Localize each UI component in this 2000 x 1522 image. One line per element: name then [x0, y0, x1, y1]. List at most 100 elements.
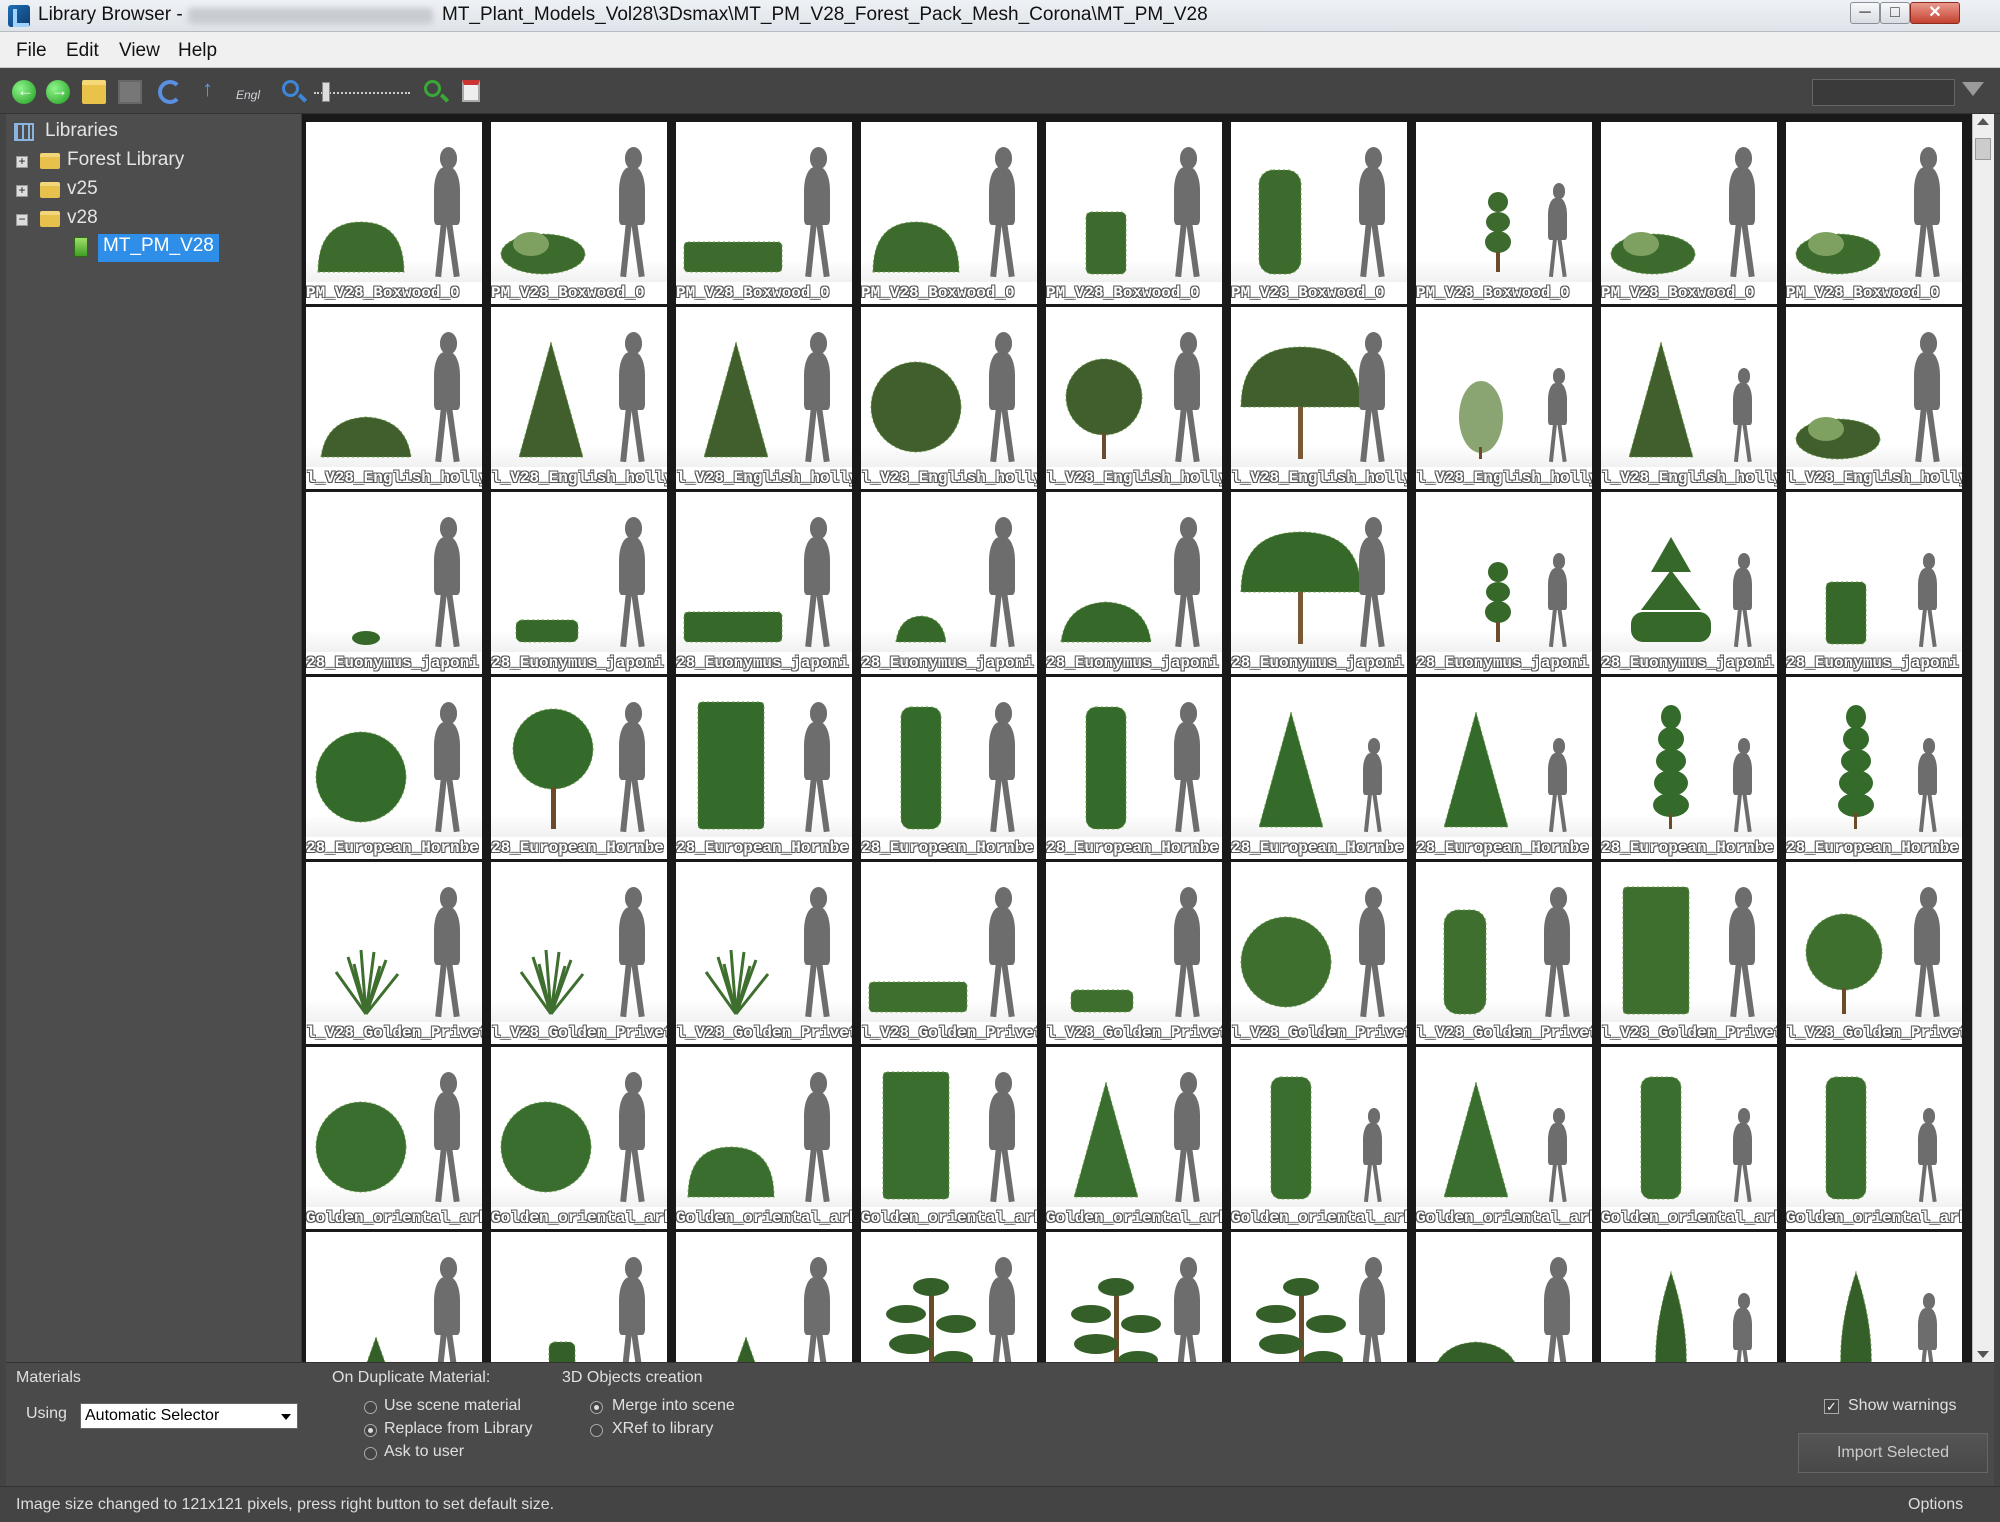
plant-thumbnail[interactable]: Golden_oriental_arbo — [861, 1047, 1037, 1229]
plant-thumbnail[interactable]: 28_European_Hornbe — [306, 677, 482, 859]
plant-thumbnail[interactable]: 28_Euonymus_japoni — [1416, 492, 1592, 674]
plant-thumbnail[interactable]: PM_V28_Boxwood_0 — [1601, 122, 1777, 304]
plant-thumbnail[interactable]: 28_Euonymus_japoni — [1046, 492, 1222, 674]
menu-edit[interactable]: Edit — [66, 40, 99, 62]
plant-thumbnail[interactable] — [491, 1232, 667, 1362]
collapse-icon[interactable]: − — [16, 213, 28, 226]
radio-replace-from-library[interactable] — [364, 1424, 377, 1437]
radio-xref-to-library[interactable] — [590, 1424, 603, 1437]
plant-thumbnail[interactable] — [676, 1232, 852, 1362]
import-selected-button[interactable]: Import Selected — [1798, 1433, 1988, 1473]
plant-thumbnail[interactable]: 28_Euonymus_japoni — [306, 492, 482, 674]
plant-thumbnail[interactable]: PM_V28_Boxwood_0 — [1046, 122, 1222, 304]
plant-thumbnail[interactable] — [1601, 1232, 1777, 1362]
radio-merge-into-scene[interactable] — [590, 1401, 603, 1414]
slider-handle[interactable] — [322, 82, 330, 102]
plant-thumbnail[interactable]: l_V28_Golden_Privet — [861, 862, 1037, 1044]
zoom-out-icon[interactable] — [282, 80, 299, 97]
plant-thumbnail[interactable]: 28_European_Hornbe — [491, 677, 667, 859]
plant-thumbnail[interactable]: Golden_oriental_arbo — [1786, 1047, 1962, 1229]
scrollbar-thumb[interactable] — [1975, 138, 1991, 160]
plant-thumbnail[interactable]: l_V28_Golden_Privet — [1786, 862, 1962, 1044]
vertical-scrollbar[interactable] — [1972, 114, 1994, 1362]
show-warnings-checkbox[interactable]: ✓ — [1824, 1399, 1839, 1414]
plant-thumbnail[interactable]: 28_European_Hornbe — [861, 677, 1037, 859]
back-arrow-icon[interactable]: ← — [12, 80, 36, 104]
plant-thumbnail[interactable]: 28_European_Hornbe — [1416, 677, 1592, 859]
checklist-icon[interactable] — [462, 80, 480, 102]
plant-thumbnail[interactable]: 28_Euonymus_japoni — [861, 492, 1037, 674]
plant-thumbnail[interactable]: 28_Euonymus_japoni — [1601, 492, 1777, 674]
plant-thumbnail[interactable] — [1046, 1232, 1222, 1362]
plant-thumbnail[interactable]: 28_European_Hornbe — [1231, 677, 1407, 859]
forward-arrow-icon[interactable]: → — [46, 80, 70, 104]
expand-icon[interactable]: + — [16, 155, 28, 168]
plant-thumbnail[interactable] — [1416, 1232, 1592, 1362]
plant-thumbnail[interactable]: PM_V28_Boxwood_0 — [1231, 122, 1407, 304]
expand-icon[interactable]: + — [16, 184, 28, 197]
menu-help[interactable]: Help — [178, 40, 217, 62]
plant-thumbnail[interactable]: Golden_oriental_arbo — [1046, 1047, 1222, 1229]
plant-thumbnail[interactable]: 28_European_Hornbe — [1601, 677, 1777, 859]
tree-item-selected[interactable]: MT_PM_V28 — [98, 234, 219, 262]
plant-thumbnail[interactable]: PM_V28_Boxwood_0 — [676, 122, 852, 304]
save-icon[interactable] — [118, 80, 142, 104]
plant-thumbnail[interactable] — [1786, 1232, 1962, 1362]
plant-thumbnail[interactable] — [861, 1232, 1037, 1362]
plant-thumbnail[interactable]: 28_European_Hornbe — [1786, 677, 1962, 859]
scroll-up-arrow-icon[interactable] — [1977, 118, 1989, 125]
plant-thumbnail[interactable]: l_V28_Golden_Privet — [1046, 862, 1222, 1044]
plant-thumbnail[interactable]: Golden_oriental_arbo — [1416, 1047, 1592, 1229]
plant-thumbnail[interactable]: l_V28_Golden_Privet — [306, 862, 482, 1044]
plant-thumbnail[interactable]: PM_V28_Boxwood_0 — [306, 122, 482, 304]
plant-thumbnail[interactable]: 28_Euonymus_japoni — [1786, 492, 1962, 674]
radio-use-scene-material[interactable] — [364, 1401, 377, 1414]
plant-thumbnail[interactable]: Golden_oriental_arbo — [676, 1047, 852, 1229]
plant-thumbnail[interactable]: PM_V28_Boxwood_0 — [1786, 122, 1962, 304]
scroll-down-arrow-icon[interactable] — [1977, 1351, 1989, 1358]
language-icon[interactable]: Engl — [236, 88, 266, 112]
plant-thumbnail[interactable]: 28_European_Hornbe — [676, 677, 852, 859]
plant-thumbnail[interactable] — [1231, 1232, 1407, 1362]
menu-file[interactable]: File — [16, 40, 47, 62]
plant-thumbnail[interactable]: 28_Euonymus_japoni — [1231, 492, 1407, 674]
plant-thumbnail[interactable]: l_V28_Golden_Privet — [491, 862, 667, 1044]
plant-thumbnail[interactable]: 28_Euonymus_japoni — [676, 492, 852, 674]
plant-thumbnail[interactable]: l_V28_Golden_Privet — [1231, 862, 1407, 1044]
plant-thumbnail[interactable]: l_V28_English_holly — [1046, 307, 1222, 489]
plant-thumbnail[interactable]: 28_Euonymus_japoni — [491, 492, 667, 674]
plant-thumbnail[interactable] — [306, 1232, 482, 1362]
open-folder-icon[interactable] — [82, 80, 106, 104]
plant-thumbnail[interactable]: PM_V28_Boxwood_0 — [491, 122, 667, 304]
filter-icon[interactable] — [1962, 82, 1984, 96]
plant-thumbnail[interactable]: l_V28_English_holly — [1231, 307, 1407, 489]
plant-thumbnail[interactable]: l_V28_English_holly — [1416, 307, 1592, 489]
search-input[interactable] — [1812, 79, 1955, 106]
plant-thumbnail[interactable]: l_V28_English_holly — [306, 307, 482, 489]
refresh-icon[interactable] — [158, 80, 182, 104]
plant-thumbnail[interactable]: PM_V28_Boxwood_0 — [1416, 122, 1592, 304]
minimize-button[interactable]: ─ — [1850, 2, 1880, 24]
plant-thumbnail[interactable]: l_V28_Golden_Privet — [1601, 862, 1777, 1044]
plant-thumbnail[interactable]: l_V28_English_holly — [676, 307, 852, 489]
zoom-in-icon[interactable] — [424, 80, 441, 97]
sort-up-icon[interactable]: ↑ — [202, 76, 226, 101]
options-button[interactable]: Options — [1908, 1496, 1963, 1514]
plant-thumbnail[interactable]: l_V28_English_holly — [861, 307, 1037, 489]
maximize-button[interactable]: □ — [1880, 2, 1910, 24]
plant-thumbnail[interactable]: l_V28_Golden_Privet — [676, 862, 852, 1044]
plant-thumbnail[interactable]: Golden_oriental_arbo — [1601, 1047, 1777, 1229]
plant-thumbnail[interactable]: Golden_oriental_arbo — [491, 1047, 667, 1229]
radio-ask-to-user[interactable] — [364, 1447, 377, 1460]
material-selector-dropdown[interactable]: Automatic Selector — [80, 1403, 298, 1429]
menu-view[interactable]: View — [119, 40, 160, 62]
plant-thumbnail[interactable]: l_V28_English_holly — [1786, 307, 1962, 489]
plant-thumbnail[interactable]: 28_European_Hornbe — [1046, 677, 1222, 859]
plant-thumbnail[interactable]: Golden_oriental_arbo — [1231, 1047, 1407, 1229]
close-button[interactable]: ✕ — [1910, 2, 1960, 24]
plant-thumbnail[interactable]: l_V28_English_holly — [491, 307, 667, 489]
plant-thumbnail[interactable]: Golden_oriental_arbo — [306, 1047, 482, 1229]
plant-thumbnail[interactable]: PM_V28_Boxwood_0 — [861, 122, 1037, 304]
plant-thumbnail[interactable]: l_V28_English_holly — [1601, 307, 1777, 489]
plant-thumbnail[interactable]: l_V28_Golden_Privet — [1416, 862, 1592, 1044]
